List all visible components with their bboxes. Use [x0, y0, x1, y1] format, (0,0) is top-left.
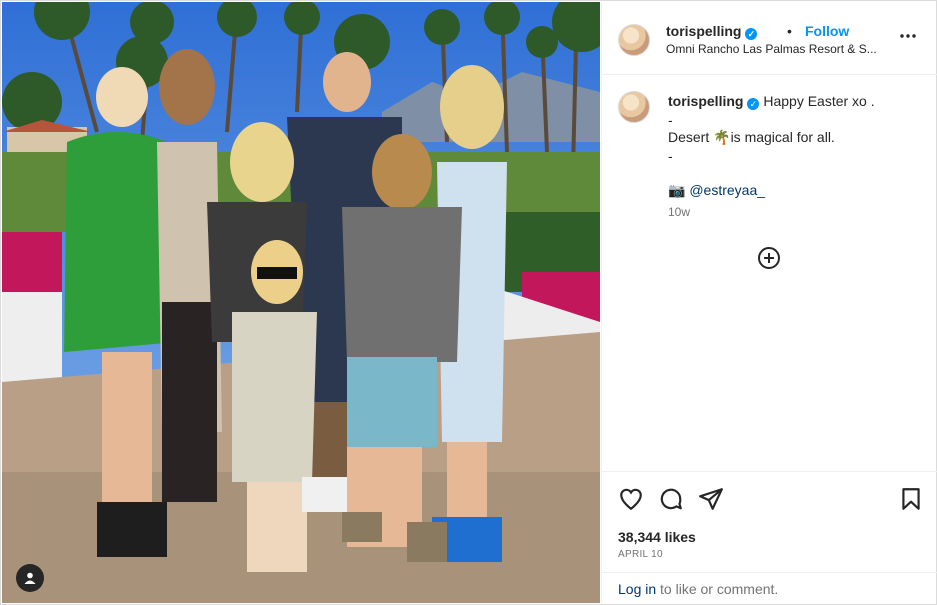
add-circle-icon[interactable] — [757, 246, 781, 270]
share-icon[interactable] — [698, 486, 724, 512]
post-author[interactable]: torispelling ✓ — [666, 23, 758, 40]
family-photo-illustration — [2, 2, 600, 603]
post-actions: 38,344 likes APRIL 10 Log in to like or … — [602, 471, 937, 604]
user-tag-button[interactable] — [16, 564, 44, 592]
avatar[interactable] — [618, 24, 650, 56]
caption-section: torispelling ✓ Happy Easter xo . - Desert… — [602, 75, 937, 471]
post-photo[interactable] — [2, 2, 600, 603]
verified-badge-icon: ✓ — [745, 28, 758, 40]
login-link[interactable]: Log in — [618, 581, 656, 597]
login-prompt: Log in to like or comment. — [602, 572, 937, 605]
caption-desert-suffix: is magical for all. — [730, 129, 835, 145]
caption-avatar[interactable] — [618, 91, 650, 123]
instagram-post-embed: torispelling ✓ • Follow Omni Rancho Las P… — [0, 0, 937, 605]
more-options-icon[interactable] — [898, 26, 918, 46]
post-sidebar: torispelling ✓ • Follow Omni Rancho Las P… — [601, 2, 937, 603]
username-link[interactable]: torispelling — [666, 23, 741, 39]
login-rest: to like or comment. — [656, 581, 779, 597]
caption-credit: 📷 @estreyaa_ — [668, 182, 765, 199]
post-age[interactable]: 10w — [668, 205, 690, 219]
separator-dot: • — [787, 23, 792, 39]
caption-text: Happy Easter xo . — [763, 93, 875, 109]
camera-emoji: 📷 — [668, 182, 686, 198]
location-link[interactable]: Omni Rancho Las Palmas Resort & S... — [666, 42, 886, 56]
like-count[interactable]: 38,344 likes — [618, 529, 696, 545]
caption-first-line: torispelling ✓ Happy Easter xo . — [668, 93, 875, 110]
caption-line-dash-2: - — [668, 148, 673, 164]
user-tag-icon — [24, 572, 36, 584]
caption-desert-prefix: Desert — [668, 129, 714, 145]
palm-tree-emoji: 🌴 — [713, 129, 731, 145]
post-date[interactable]: APRIL 10 — [618, 549, 663, 560]
login-text: Log in to like or comment. — [618, 581, 778, 597]
comment-icon[interactable] — [658, 486, 684, 512]
verified-badge-icon: ✓ — [747, 98, 760, 110]
follow-button[interactable]: Follow — [805, 23, 849, 39]
post-header: torispelling ✓ • Follow Omni Rancho Las P… — [602, 2, 937, 75]
caption-username[interactable]: torispelling — [668, 93, 743, 109]
heart-icon[interactable] — [618, 486, 644, 512]
bookmark-icon[interactable] — [898, 486, 924, 512]
caption-line-desert: Desert 🌴is magical for all. — [668, 129, 835, 146]
caption-line-dash: - — [668, 112, 673, 128]
mention-link[interactable]: @estreyaa_ — [689, 182, 765, 198]
